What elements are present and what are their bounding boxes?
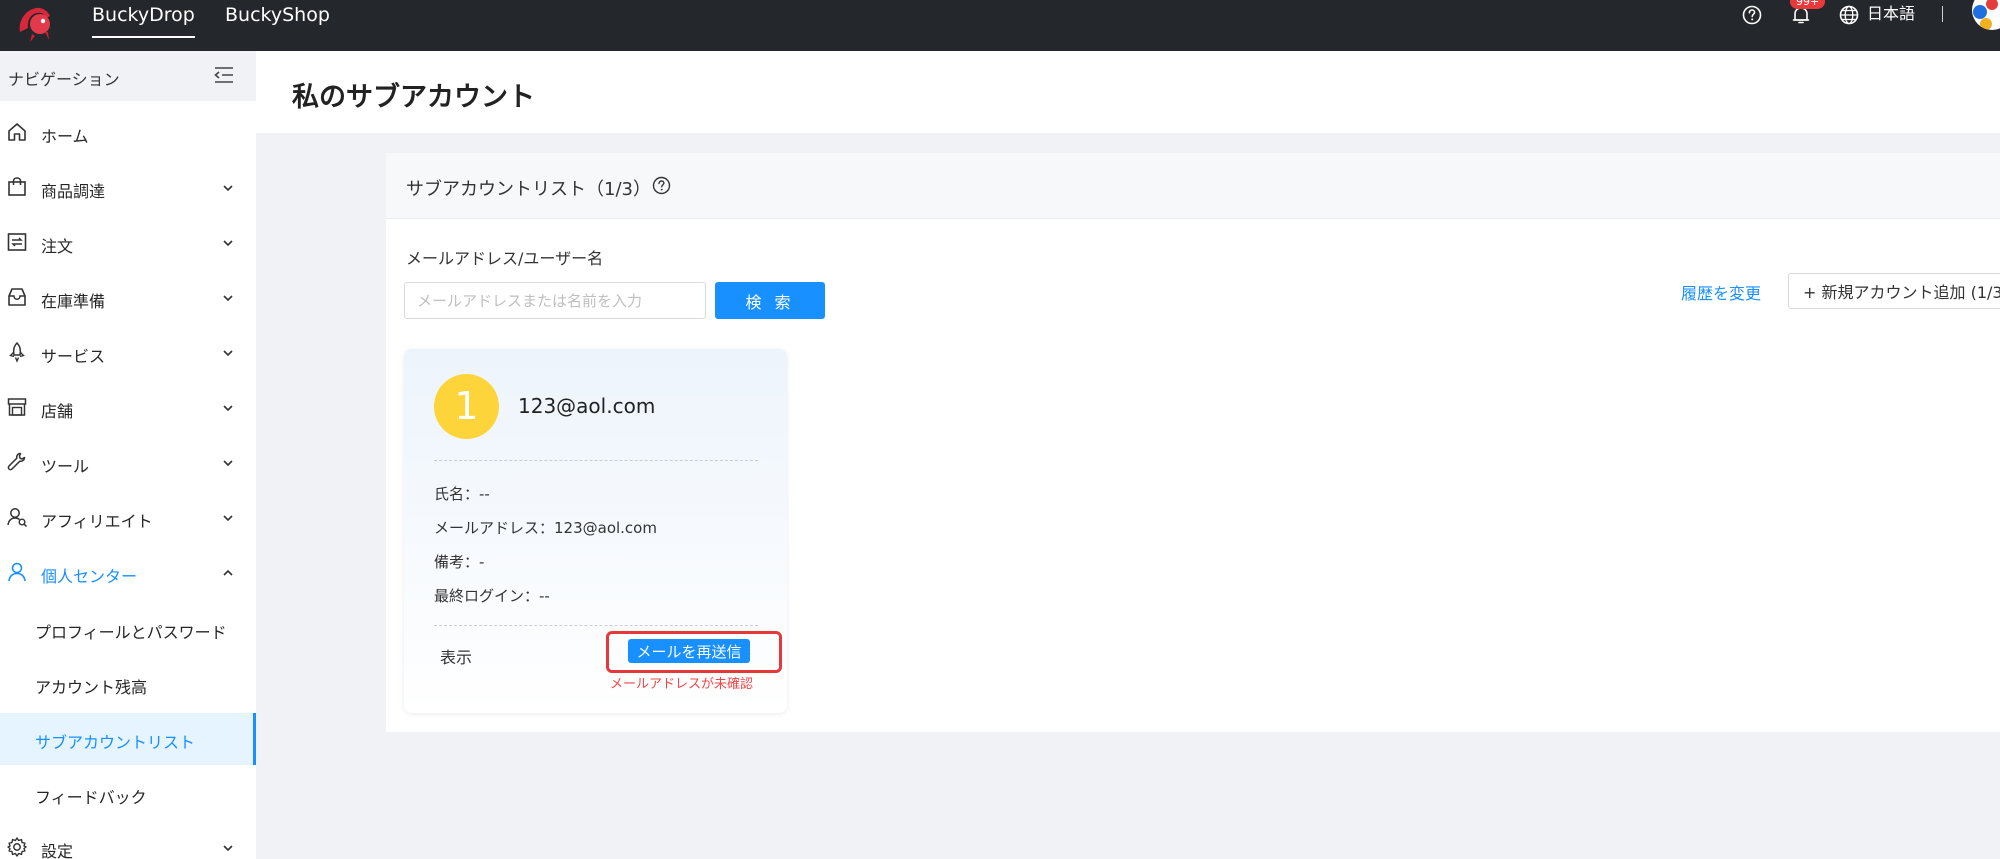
card-divider — [434, 460, 758, 461]
sidebar-item-label: 商品調達 — [41, 182, 106, 201]
chevron-down-icon — [223, 845, 233, 852]
chevron-down-icon — [223, 295, 233, 302]
sidebar-item-label: アフィリエイト — [41, 512, 153, 531]
chevron-down-icon — [223, 515, 233, 522]
sidebar-title: ナビゲーション — [8, 70, 120, 89]
chevron-down-icon — [223, 405, 233, 412]
avatar-image-icon — [1973, 0, 1998, 30]
sidebar-item-label: 店舗 — [41, 402, 74, 421]
globe-icon[interactable] — [1838, 4, 1860, 26]
sidebar-subitem-feedback[interactable]: フィードバック — [0, 768, 256, 820]
language-selector[interactable]: 日本語 — [1867, 0, 1915, 28]
card-divider — [434, 625, 758, 626]
sidebar-subitem-label: フィードバック — [35, 788, 147, 807]
sidebar-subitem-label: プロフィールとパスワード — [35, 623, 227, 642]
top-navigation-bar: BuckyDrop BuckyShop 99+ 日本語 — [0, 0, 2000, 51]
user-avatar[interactable] — [1972, 0, 2000, 30]
wrench-icon — [7, 452, 26, 471]
card-last-login-row: 最終ログイン：-- — [434, 587, 550, 605]
search-field-label: メールアドレス/ユーザー名 — [406, 249, 604, 268]
tab-buckyshop[interactable]: BuckyShop — [225, 0, 330, 51]
card-email-row: メールアドレス：123@aol.com — [434, 519, 657, 537]
sidebar-subitem-profile-password[interactable]: プロフィールとパスワード — [0, 603, 256, 655]
chevron-down-icon — [223, 185, 233, 192]
sidebar-subitem-label: サブアカウントリスト — [35, 733, 196, 752]
panel-title: サブアカウントリスト（1/3） — [406, 179, 651, 200]
search-input[interactable] — [404, 282, 706, 319]
sidebar-item-label: 在庫準備 — [41, 292, 106, 311]
shopping-bag-icon — [8, 177, 26, 196]
sidebar-item-sourcing[interactable]: 商品調達 — [0, 163, 256, 213]
page-title: 私のサブアカウント — [292, 82, 535, 113]
store-icon — [7, 398, 27, 416]
affiliate-icon — [7, 508, 28, 528]
notification-badge: 99+ — [1790, 0, 1826, 9]
subaccount-card: 1 123@aol.com 氏名：-- メールアドレス：123@aol.com … — [404, 349, 787, 713]
subaccount-panel: サブアカウントリスト（1/3） メールアドレス/ユーザー名 検 索 履歴を変更 … — [386, 153, 2000, 732]
sidebar-item-tools[interactable]: ツール — [0, 438, 256, 488]
rocket-icon — [9, 341, 25, 363]
account-avatar: 1 — [434, 374, 499, 439]
resend-email-button[interactable]: メールを再送信 — [628, 639, 750, 663]
sidebar-item-personal-center[interactable]: 個人センター — [0, 548, 256, 598]
sidebar: ナビゲーション ホーム 商品調達 注文 在庫準備 サービス 店舗 ツール アフィ… — [0, 51, 256, 859]
inbox-icon — [8, 288, 26, 306]
chevron-up-icon — [223, 569, 233, 576]
sidebar-header: ナビゲーション — [0, 51, 256, 101]
sidebar-item-affiliate[interactable]: アフィリエイト — [0, 493, 256, 543]
sidebar-item-orders[interactable]: 注文 — [0, 218, 256, 268]
card-email-title: 123@aol.com — [518, 394, 656, 418]
search-button[interactable]: 検 索 — [715, 282, 825, 319]
sidebar-item-label: サービス — [41, 347, 106, 366]
card-remark-row: 備考：- — [434, 553, 485, 571]
view-link[interactable]: 表示 — [440, 644, 472, 668]
sidebar-item-label: ツール — [41, 457, 90, 476]
sidebar-item-home[interactable]: ホーム — [0, 108, 256, 158]
buckydrop-logo-icon[interactable] — [12, 2, 56, 42]
sidebar-item-settings[interactable]: 設定 — [0, 823, 256, 859]
collapse-menu-icon[interactable] — [213, 65, 235, 85]
chevron-down-icon — [223, 350, 233, 357]
sidebar-item-services[interactable]: サービス — [0, 328, 256, 378]
chevron-down-icon — [223, 460, 233, 467]
page-header: 私のサブアカウント — [256, 51, 2000, 133]
topbar-divider — [1942, 6, 1943, 22]
chevron-down-icon — [223, 240, 233, 247]
add-new-account-button[interactable]: + 新規アカウント追加 (1/3) — [1788, 273, 2000, 309]
unverified-email-notice: メールアドレスが未確認 — [610, 677, 754, 692]
user-icon — [8, 562, 26, 582]
question-circle-icon[interactable] — [652, 176, 671, 195]
sidebar-item-inventory[interactable]: 在庫準備 — [0, 273, 256, 323]
card-name-row: 氏名：-- — [434, 485, 490, 503]
help-icon[interactable] — [1741, 4, 1763, 26]
sidebar-item-label: 設定 — [41, 842, 74, 859]
gear-icon — [7, 837, 27, 857]
home-icon — [8, 123, 26, 141]
sidebar-subitem-label: アカウント残高 — [35, 678, 148, 697]
panel-header: サブアカウントリスト（1/3） — [386, 153, 2000, 219]
sidebar-subitem-subaccount-list[interactable]: サブアカウントリスト — [0, 713, 256, 765]
sidebar-item-label: 個人センター — [41, 567, 138, 586]
sidebar-item-label: ホーム — [41, 127, 89, 146]
order-icon — [7, 233, 27, 251]
change-history-link[interactable]: 履歴を変更 — [1681, 280, 1761, 304]
sidebar-subitem-account-balance[interactable]: アカウント残高 — [0, 658, 256, 710]
sidebar-item-label: 注文 — [41, 237, 74, 256]
sidebar-item-stores[interactable]: 店舗 — [0, 383, 256, 433]
tab-buckydrop[interactable]: BuckyDrop — [92, 0, 195, 51]
